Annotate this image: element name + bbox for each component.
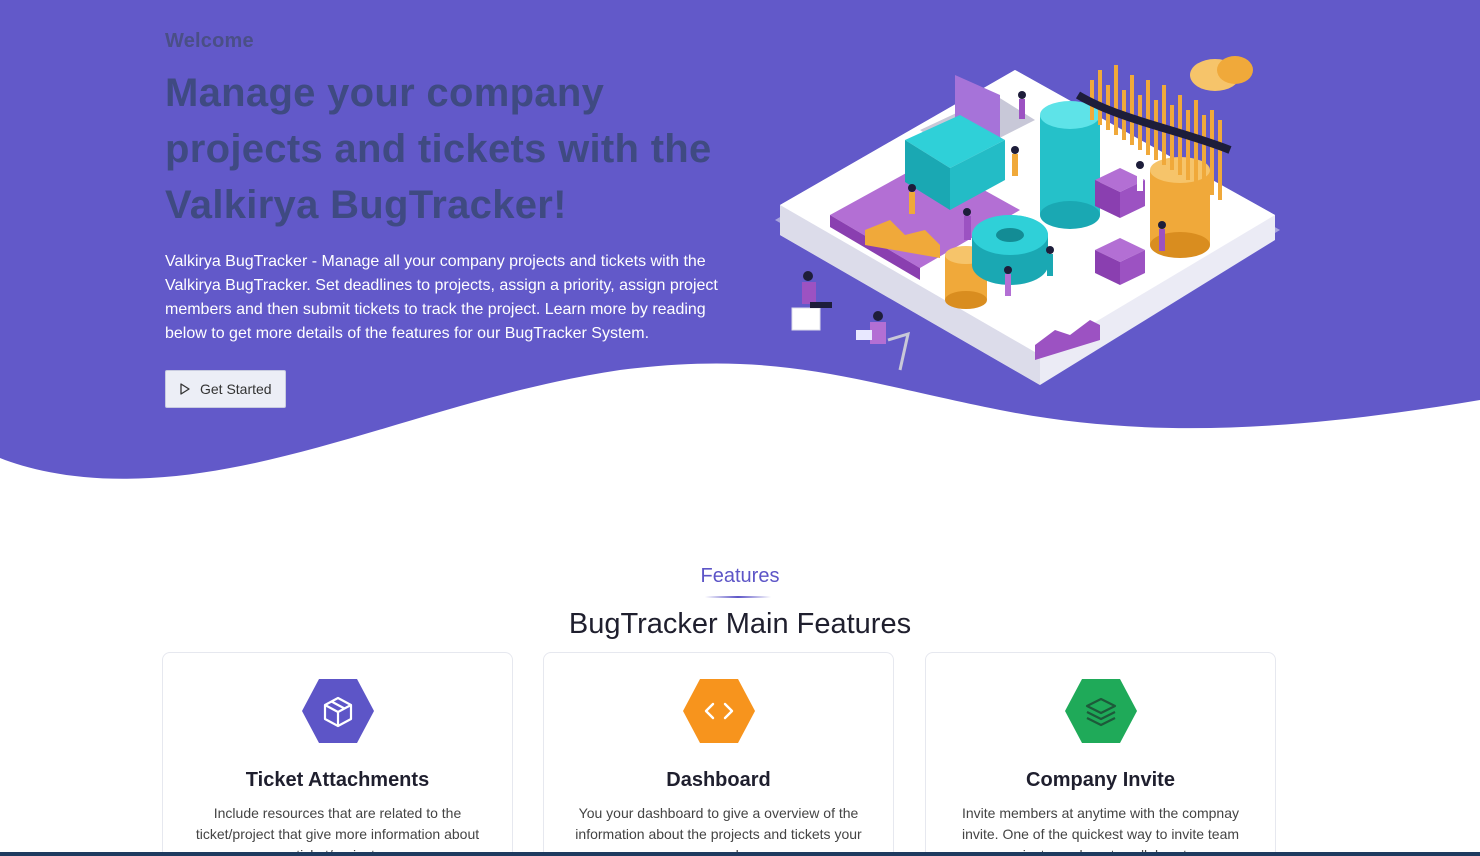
feature-card-ticket-attachments: Ticket Attachments Include resources tha… [162, 652, 513, 856]
hero-description: Valkirya BugTracker - Manage all your co… [165, 253, 718, 342]
hero-section: Welcome Manage your company projects and… [0, 0, 1480, 490]
hero-heading-group: Welcome Manage your company projects and… [165, 30, 725, 233]
code-icon [683, 679, 755, 743]
feature-card-title: Dashboard [666, 769, 771, 791]
play-icon [180, 383, 190, 395]
feature-card-dashboard: Dashboard You your dashboard to give a o… [543, 652, 894, 856]
features-title: BugTracker Main Features [568, 608, 912, 640]
features-kicker: Features [700, 565, 780, 587]
feature-card-description: Include resources that are related to th… [195, 805, 480, 856]
isometric-project-illustration [775, 56, 1280, 385]
feature-card-description: You your dashboard to give a overview of… [575, 805, 862, 856]
hero-headline: Manage your company projects and tickets… [165, 71, 712, 227]
get-started-label: Get Started [200, 381, 272, 397]
welcome-label: Welcome [165, 30, 254, 52]
layers-icon [1065, 679, 1137, 743]
feature-card-company-invite: Company Invite Invite members at anytime… [925, 652, 1276, 856]
bottom-border [0, 852, 1480, 856]
feature-card-title: Ticket Attachments [245, 769, 430, 791]
feature-card-title: Company Invite [1026, 769, 1175, 791]
get-started-button[interactable]: Get Started [165, 370, 286, 408]
box-icon [302, 679, 374, 743]
feature-card-description: Invite members at anytime with the compn… [961, 805, 1240, 856]
kicker-divider [705, 596, 771, 598]
